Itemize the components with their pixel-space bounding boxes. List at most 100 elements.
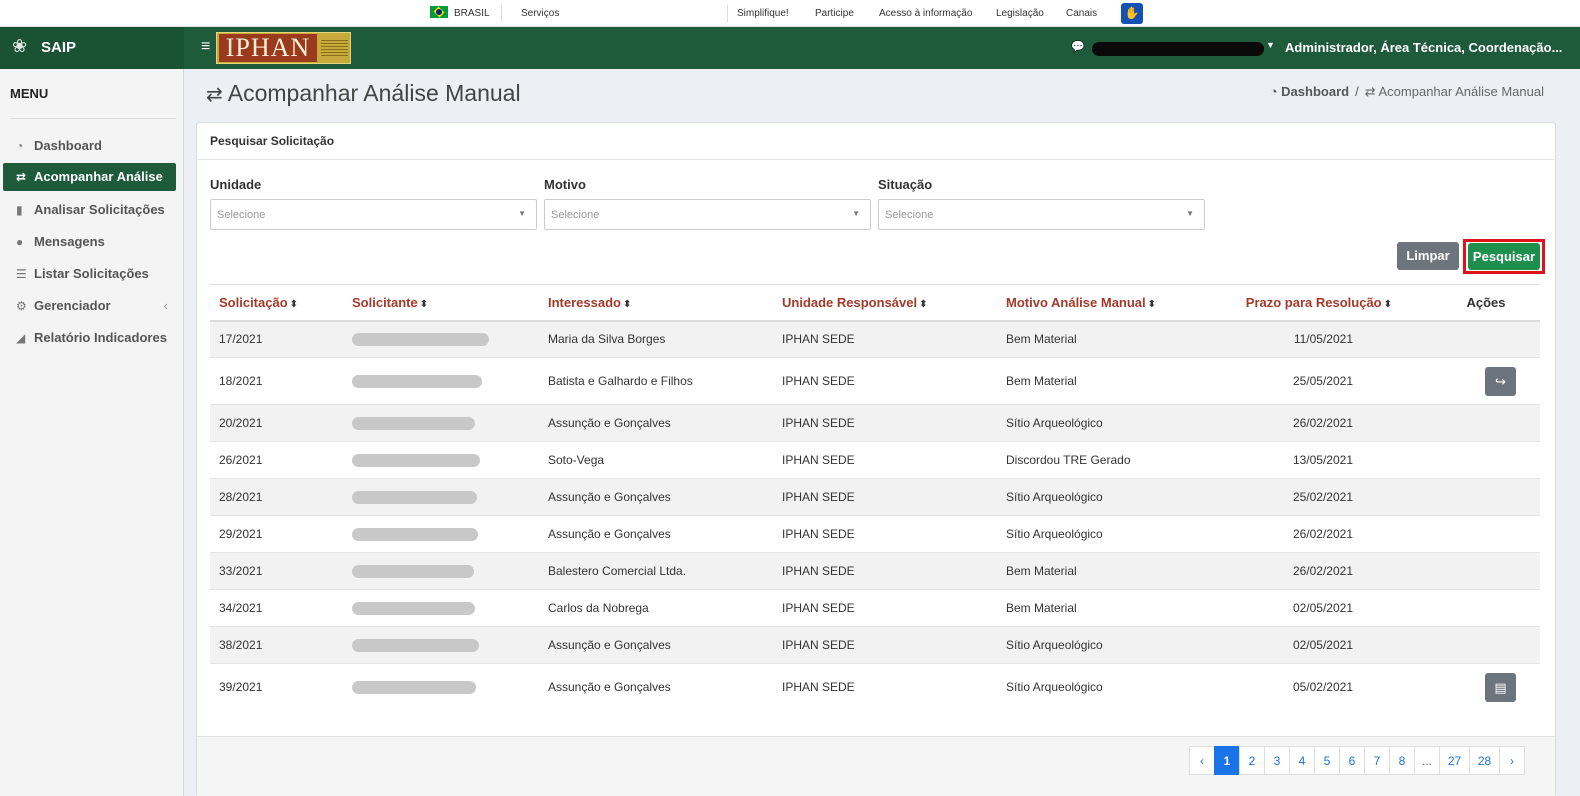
table-row: 20/2021 Assunção e Gonçalves IPHAN SEDE … xyxy=(210,404,1540,442)
cell-interessado: Soto-Vega xyxy=(539,441,773,479)
iphan-logo: IPHAN xyxy=(216,32,351,64)
page-1[interactable]: 1 xyxy=(1214,746,1240,775)
page-3[interactable]: 3 xyxy=(1264,746,1290,775)
cell-acoes xyxy=(1432,478,1540,516)
table-header-row: Solicitação ⬍ Solicitante ⬍ Interessado ⬍ U… xyxy=(210,284,1540,322)
menu-title: MENU xyxy=(10,86,49,101)
user-role[interactable]: Administrador, Área Técnica, Coordenação… xyxy=(1285,40,1562,55)
sidebar-item-listar-solicitacoes[interactable]: ☰ Listar Solicitações xyxy=(3,260,176,288)
cell-interessado: Balestero Comercial Ltda. xyxy=(539,552,773,590)
table-row: 34/2021 Carlos da Nobrega IPHAN SEDE Bem… xyxy=(210,589,1540,627)
cell-interessado: Maria da Silva Borges xyxy=(539,320,773,358)
cell-solicitacao: 17/2021 xyxy=(210,320,343,358)
cell-acoes xyxy=(1432,589,1540,627)
area-chart-icon: ◢ xyxy=(16,331,26,345)
chevron-down-icon: ▼ xyxy=(518,209,526,218)
gov-bar: BRASIL Serviços Simplifique! Participe A… xyxy=(0,0,1580,27)
page-8[interactable]: 8 xyxy=(1389,746,1415,775)
cell-acoes xyxy=(1432,626,1540,664)
pagination-next[interactable]: › xyxy=(1499,746,1525,775)
chevron-left-icon: ‹ xyxy=(163,298,168,313)
page-2[interactable]: 2 xyxy=(1239,746,1265,775)
cell-prazo: 02/05/2021 xyxy=(1204,626,1432,664)
exchange-icon: ⇄ xyxy=(1364,84,1379,99)
sidebar-item-dashboard[interactable]: ◔ Dashboard xyxy=(3,132,176,160)
col-interessado[interactable]: Interessado ⬍ xyxy=(539,284,773,322)
cell-motivo: Sítio Arqueológico xyxy=(997,478,1204,516)
search-button[interactable]: Pesquisar xyxy=(1468,243,1540,270)
chevron-down-icon: ▼ xyxy=(852,209,860,218)
app-name: SAIP xyxy=(41,39,77,56)
cell-solicitante-redacted xyxy=(343,515,539,553)
motivo-select[interactable]: Selecione ▼ xyxy=(544,199,871,230)
unidade-select[interactable]: Selecione ▼ xyxy=(210,199,537,230)
cell-acoes: ▤ xyxy=(1432,663,1540,711)
page-5[interactable]: 5 xyxy=(1314,746,1340,775)
share-icon[interactable]: ↪ xyxy=(1485,366,1516,396)
brand[interactable]: ❀ SAIP xyxy=(0,27,184,69)
sidebar-item-analisar-solicitacoes[interactable]: ▮ Analisar Solicitações xyxy=(3,196,176,224)
chat-icon[interactable]: 💬 xyxy=(1071,40,1085,53)
sort-icon: ⬍ xyxy=(1383,298,1392,310)
cell-solicitante-redacted xyxy=(343,663,539,711)
breadcrumb-dashboard[interactable]: ◔ Dashboard xyxy=(1270,84,1349,99)
cell-solicitante-redacted xyxy=(343,626,539,664)
page-6[interactable]: 6 xyxy=(1339,746,1365,775)
cell-solicitacao: 18/2021 xyxy=(210,357,343,405)
sidebar-item-relatorio-indicadores[interactable]: ◢ Relatório Indicadores xyxy=(3,324,176,352)
cell-motivo: Bem Material xyxy=(997,552,1204,590)
chevron-down-icon[interactable]: ▼ xyxy=(1266,40,1275,50)
simplifique-link[interactable]: Simplifique! xyxy=(737,0,789,27)
page-ellipsis: ... xyxy=(1414,746,1440,775)
clear-button[interactable]: Limpar xyxy=(1397,242,1459,270)
saip-logo-icon: ❀ xyxy=(12,36,28,56)
servicos-link[interactable]: Serviços xyxy=(521,0,559,27)
col-motivo[interactable]: Motivo Análise Manual ⬍ xyxy=(997,284,1204,322)
cell-acoes xyxy=(1432,552,1540,590)
sort-icon: ⬍ xyxy=(919,298,928,310)
cell-acoes: ↪ xyxy=(1432,357,1540,405)
cell-motivo: Sítio Arqueológico xyxy=(997,663,1204,711)
situacao-select[interactable]: Selecione ▼ xyxy=(878,199,1205,230)
cell-solicitacao: 38/2021 xyxy=(210,626,343,664)
participe-link[interactable]: Participe xyxy=(815,0,854,27)
cell-interessado: Carlos da Nobrega xyxy=(539,589,773,627)
cell-prazo: 26/02/2021 xyxy=(1204,404,1432,442)
page-27[interactable]: 27 xyxy=(1439,746,1470,775)
cell-acoes xyxy=(1432,441,1540,479)
brazil-flag-icon xyxy=(430,6,448,19)
pagination-prev[interactable]: ‹ xyxy=(1189,746,1215,775)
cell-unidade: IPHAN SEDE xyxy=(773,441,997,479)
unidade-label: Unidade xyxy=(210,177,262,192)
tachometer-icon: ◔ xyxy=(16,139,24,153)
sidebar-item-mensagens[interactable]: ● Mensagens xyxy=(3,228,176,256)
col-unidade-responsavel[interactable]: Unidade Responsável ⬍ xyxy=(773,284,997,322)
legislacao-link[interactable]: Legislação xyxy=(996,0,1044,27)
brasil-link[interactable]: BRASIL xyxy=(430,0,490,27)
cell-solicitacao: 26/2021 xyxy=(210,441,343,479)
cell-unidade: IPHAN SEDE xyxy=(773,320,997,358)
cell-motivo: Discordou TRE Gerado xyxy=(997,441,1204,479)
vlibras-icon[interactable]: ✋ xyxy=(1121,3,1143,24)
list-icon: ☰ xyxy=(16,267,27,281)
page-28[interactable]: 28 xyxy=(1469,746,1500,775)
sidebar-item-gerenciador[interactable]: ⚙ Gerenciador ‹ xyxy=(3,292,176,320)
col-prazo[interactable]: Prazo para Resolução ⬍ xyxy=(1204,284,1432,322)
breadcrumb-current: ⇄ Acompanhar Análise Manual xyxy=(1364,84,1544,99)
page-7[interactable]: 7 xyxy=(1364,746,1390,775)
document-icon[interactable]: ▤ xyxy=(1485,672,1516,702)
page-4[interactable]: 4 xyxy=(1289,746,1315,775)
col-solicitante[interactable]: Solicitante ⬍ xyxy=(343,284,539,322)
acesso-informacao-link[interactable]: Acesso à informação xyxy=(879,0,972,27)
sidebar-item-acompanhar-analise[interactable]: ⇄ Acompanhar Análise xyxy=(3,163,176,191)
chevron-down-icon: ▼ xyxy=(1186,209,1194,218)
cell-prazo: 05/02/2021 xyxy=(1204,663,1432,711)
table-row: 39/2021 Assunção e Gonçalves IPHAN SEDE … xyxy=(210,663,1540,711)
cell-unidade: IPHAN SEDE xyxy=(773,626,997,664)
canais-link[interactable]: Canais xyxy=(1066,0,1097,27)
cell-solicitante-redacted xyxy=(343,589,539,627)
col-solicitacao[interactable]: Solicitação ⬍ xyxy=(210,284,343,322)
page-title: ⇄ Acompanhar Análise Manual xyxy=(206,80,521,106)
menu-toggle-icon[interactable]: ≡ xyxy=(201,38,210,56)
exchange-icon: ⇄ xyxy=(206,84,223,106)
